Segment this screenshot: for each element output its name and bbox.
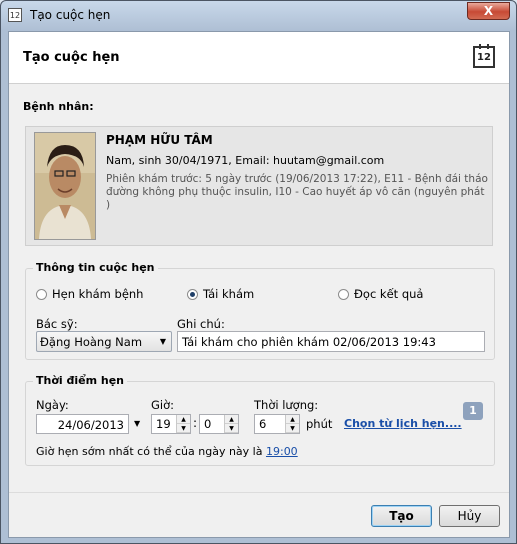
patient-card: PHẠM HỮU TÂM Nam, sinh 30/04/1971, Email…	[25, 126, 493, 246]
spin-down-icon[interactable]: ▼	[177, 424, 190, 433]
close-button[interactable]: X	[467, 2, 510, 20]
dialog-header: Tạo cuộc hẹn 12	[9, 32, 509, 84]
calendar-icon: 12	[473, 44, 495, 68]
group-title: Thông tin cuộc hẹn	[33, 261, 158, 274]
title-bar[interactable]: 12 Tạo cuộc hẹn X	[1, 1, 516, 31]
patient-info: Nam, sinh 30/04/1971, Email: huutam@gmai…	[106, 154, 385, 167]
radio-button[interactable]	[187, 288, 198, 300]
hour-value: 19	[156, 417, 171, 431]
dialog-footer: Tạo Hủy	[9, 492, 509, 538]
patient-section-label: Bệnh nhân:	[23, 100, 94, 113]
choose-from-schedule-link[interactable]: Chọn từ lịch hẹn....	[344, 417, 462, 430]
note-label: Ghi chú:	[177, 317, 225, 331]
doctor-label: Bác sỹ:	[36, 317, 78, 331]
spin-down-icon[interactable]: ▼	[225, 424, 238, 433]
group-title: Thời điểm hẹn	[33, 374, 128, 387]
radio-label: Hẹn khám bệnh	[52, 287, 144, 301]
patient-name: PHẠM HỮU TÂM	[106, 133, 213, 147]
earliest-time-label: Giờ hẹn sớm nhất có thể của ngày này là	[36, 445, 263, 458]
radio-label: Tái khám	[203, 287, 255, 301]
hour-spin-buttons[interactable]: ▲ ▼	[176, 415, 190, 433]
earliest-time-link[interactable]: 19:00	[266, 445, 298, 458]
hour-stepper[interactable]: 19 ▲ ▼	[151, 414, 191, 434]
create-button[interactable]: Tạo	[371, 505, 432, 527]
spin-up-icon[interactable]: ▲	[177, 415, 190, 424]
appointment-count-badge: 1	[463, 402, 483, 420]
appointment-info-group: Thông tin cuộc hẹn Hẹn khám bệnh Tái khá…	[25, 261, 495, 360]
date-dropdown-icon[interactable]: ▼	[134, 419, 140, 428]
time-separator: :	[193, 416, 198, 430]
duration-spin-buttons[interactable]: ▲ ▼	[285, 415, 299, 433]
duration-value: 6	[259, 417, 267, 431]
doctor-select[interactable]: Đặng Hoàng Nam ▼	[36, 331, 172, 352]
avatar	[34, 132, 96, 240]
appointment-time-group: Thời điểm hẹn Ngày: 24/06/2013 ▼ Giờ: 19…	[25, 374, 495, 466]
dialog-content: Tạo cuộc hẹn 12 Bệnh nhân: PHẠM HỮU TÂM	[8, 31, 510, 538]
radio-button[interactable]	[36, 288, 47, 300]
duration-unit: phút	[306, 417, 333, 431]
radio-read-results[interactable]: Đọc kết quả	[338, 287, 423, 301]
minute-value: 0	[204, 417, 212, 431]
earliest-time-text: Giờ hẹn sớm nhất có thể của ngày này là …	[36, 445, 298, 458]
calendar-icon: 12	[8, 8, 22, 22]
window-title: Tạo cuộc hẹn	[30, 8, 111, 22]
doctor-value: Đặng Hoàng Nam	[40, 335, 143, 349]
patient-history: Phiên khám trước: 5 ngày trước (19/06/20…	[106, 173, 488, 211]
note-input[interactable]: Tái khám cho phiên khám 02/06/2013 19:43	[177, 331, 485, 352]
cancel-button[interactable]: Hủy	[439, 505, 500, 527]
radio-button[interactable]	[338, 288, 349, 300]
avatar-photo	[35, 133, 95, 239]
spin-up-icon[interactable]: ▲	[286, 415, 299, 424]
minute-stepper[interactable]: 0 ▲ ▼	[199, 414, 239, 434]
chevron-down-icon: ▼	[159, 337, 166, 346]
header-title: Tạo cuộc hẹn	[23, 50, 120, 65]
radio-follow-up[interactable]: Tái khám	[187, 287, 254, 301]
duration-label: Thời lượng:	[254, 398, 319, 412]
duration-stepper[interactable]: 6 ▲ ▼	[254, 414, 300, 434]
date-input[interactable]: 24/06/2013	[36, 414, 129, 434]
minute-spin-buttons[interactable]: ▲ ▼	[224, 415, 238, 433]
radio-new-visit[interactable]: Hẹn khám bệnh	[36, 287, 143, 301]
spin-down-icon[interactable]: ▼	[286, 424, 299, 433]
date-label: Ngày:	[36, 398, 69, 412]
dialog-window: 12 Tạo cuộc hẹn X Tạo cuộc hẹn 12 Bệnh n…	[0, 0, 517, 544]
hour-label: Giờ:	[151, 398, 175, 412]
radio-label: Đọc kết quả	[354, 287, 424, 301]
spin-up-icon[interactable]: ▲	[225, 415, 238, 424]
